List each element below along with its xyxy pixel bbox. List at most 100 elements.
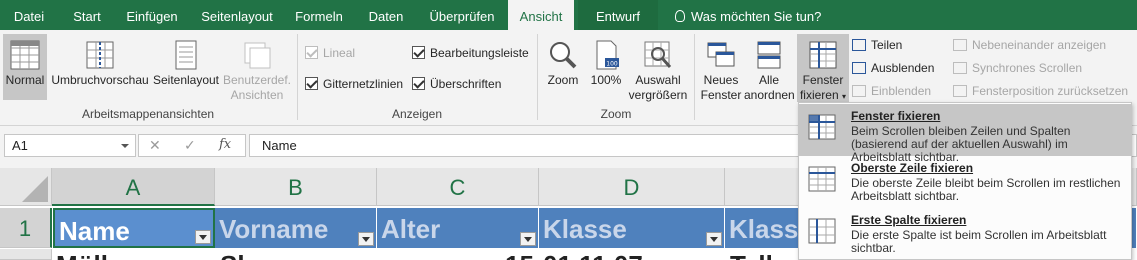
headings-checkbox[interactable]: Überschriften xyxy=(412,77,501,91)
excel-window: Datei Start Einfügen Seitenlayout Formel… xyxy=(0,0,1137,260)
tab-entwurf[interactable]: Entwurf xyxy=(578,0,658,30)
column-header-a[interactable]: A xyxy=(52,168,215,206)
table-header-cell[interactable]: Klasse xyxy=(539,208,725,248)
group-separator xyxy=(694,34,695,120)
table-header-cell[interactable]: Name xyxy=(53,208,215,248)
filter-dropdown-icon[interactable] xyxy=(706,232,722,246)
custom-views-icon xyxy=(244,42,271,69)
view-side-by-side-button[interactable]: Nebeneinander anzeigen xyxy=(953,38,1106,52)
zoom-100-button[interactable]: 100 100% xyxy=(586,34,626,100)
reset-position-icon xyxy=(953,85,967,97)
page-break-preview-button[interactable]: Umbruchvorschau xyxy=(50,34,150,100)
filter-dropdown-icon[interactable] xyxy=(195,230,211,244)
tab-datei[interactable]: Datei xyxy=(0,0,58,30)
row-header-1[interactable]: 1 xyxy=(0,208,52,248)
tab-einfuegen[interactable]: Einfügen xyxy=(116,0,188,30)
column-header-c[interactable]: C xyxy=(377,168,539,206)
row-header-2[interactable] xyxy=(0,249,52,260)
tab-formeln[interactable]: Formeln xyxy=(286,0,352,30)
arrange-all-button[interactable]: Alle anordnen xyxy=(744,34,795,102)
tab-seitenlayout[interactable]: Seitenlayout xyxy=(192,0,282,30)
normal-view-button[interactable]: Normal xyxy=(3,34,47,100)
menu-item-freeze-panes[interactable]: Fenster fixieren Beim Scrollen bleiben Z… xyxy=(799,104,1131,164)
column-header-b[interactable]: B xyxy=(215,168,377,206)
ruler-label: Lineal xyxy=(323,46,356,60)
new-window-label-1: Neues xyxy=(703,73,739,87)
freeze-panes-label-2: fixieren xyxy=(799,88,839,102)
reset-window-position-button[interactable]: Fensterposition zurücksetzen xyxy=(953,84,1128,98)
arrange-all-label-1: Alle xyxy=(758,73,779,87)
custom-views-button[interactable]: Benutzerdef. Ansichten xyxy=(221,34,293,102)
menu-item-title: Erste Spalte fixieren xyxy=(851,213,967,227)
group-label-zoom: Zoom xyxy=(600,107,632,121)
page-layout-button[interactable]: Seitenlayout xyxy=(152,34,220,100)
split-label: Teilen xyxy=(871,38,903,52)
hide-button[interactable]: Ausblenden xyxy=(852,61,934,75)
cell-d2[interactable]: 01.11.07 xyxy=(543,249,643,260)
ruler-checkbox[interactable]: Lineal xyxy=(305,46,355,60)
cell-a2[interactable]: Müller xyxy=(56,249,133,260)
header-cell-text: Vorname xyxy=(219,214,329,244)
formula-bar-checkbox[interactable]: Bearbeitungsleiste xyxy=(412,46,529,60)
tab-start[interactable]: Start xyxy=(58,0,116,30)
name-box[interactable]: A1 xyxy=(4,134,136,157)
header-cell-text: Klasse xyxy=(543,214,627,244)
menu-item-freeze-first-column[interactable]: Erste Spalte fixieren Die erste Spalte i… xyxy=(799,208,1131,260)
custom-views-label-2: Ansichten xyxy=(230,88,284,102)
table-header-cell[interactable]: Vorname xyxy=(215,208,377,248)
name-box-value: A1 xyxy=(12,138,28,153)
arrange-all-icon xyxy=(757,41,781,69)
hide-icon xyxy=(852,62,866,74)
normal-view-label: Normal xyxy=(5,73,45,87)
ribbon-tab-bar: Datei Start Einfügen Seitenlayout Formel… xyxy=(0,0,1137,31)
side-by-side-label: Nebeneinander anzeigen xyxy=(972,38,1107,52)
headings-label: Überschriften xyxy=(430,77,502,91)
unhide-icon xyxy=(852,85,866,97)
sync-scroll-icon xyxy=(953,62,967,74)
zoom-100-icon: 100 xyxy=(596,40,619,70)
enter-check-icon[interactable]: ✓ xyxy=(184,137,196,154)
page-layout-icon xyxy=(175,40,197,70)
group-label-workbook-views: Arbeitsmappenansichten xyxy=(81,107,215,121)
freeze-panes-button[interactable]: Fenster fixieren ▾ xyxy=(797,34,849,102)
chevron-down-icon[interactable] xyxy=(121,144,129,148)
menu-item-title: Oberste Zeile fixieren xyxy=(851,161,974,175)
table-header-cell[interactable]: Alter xyxy=(377,208,539,248)
column-header-d[interactable]: D xyxy=(539,168,725,206)
menu-item-title: Fenster fixieren xyxy=(851,109,941,123)
zoom-button[interactable]: Zoom xyxy=(542,34,584,100)
reset-position-label: Fensterposition zurücksetzen xyxy=(972,84,1129,98)
cell-c2[interactable]: 15 xyxy=(505,249,534,260)
cancel-icon[interactable]: ✕ xyxy=(149,137,161,154)
tab-ueberpruefen[interactable]: Überprüfen xyxy=(420,0,504,30)
normal-view-icon xyxy=(10,40,40,70)
header-cell-text: Name xyxy=(59,216,130,246)
select-all-corner[interactable] xyxy=(0,168,52,206)
gridlines-checkbox[interactable]: Gitternetzlinien xyxy=(305,77,403,91)
custom-views-label-1: Benutzerdef. xyxy=(222,73,292,87)
menu-item-freeze-top-row[interactable]: Oberste Zeile fixieren Die oberste Zeile… xyxy=(799,156,1131,208)
cell-b2[interactable]: Sh... xyxy=(220,249,275,260)
tell-me-search[interactable]: Was möchten Sie tun? xyxy=(675,0,821,30)
freeze-panes-icon xyxy=(808,114,836,140)
magnifier-icon xyxy=(550,42,577,69)
zoom-selection-label-1: Auswahl xyxy=(635,73,681,87)
freeze-panes-menu: Fenster fixieren Beim Scrollen bleiben Z… xyxy=(798,102,1132,260)
checkbox-box xyxy=(412,77,425,90)
split-button[interactable]: Teilen xyxy=(852,38,902,52)
tab-ansicht[interactable]: Ansicht xyxy=(508,0,574,31)
new-window-button[interactable]: Neues Fenster xyxy=(698,34,744,102)
split-icon xyxy=(852,39,866,51)
checkbox-box xyxy=(305,46,318,59)
filter-dropdown-icon[interactable] xyxy=(520,232,536,246)
cell-e2[interactable]: Tell xyxy=(730,249,773,260)
new-window-label-2: Fenster xyxy=(700,88,742,102)
gridlines-label: Gitternetzlinien xyxy=(323,77,404,91)
insert-function-icon[interactable]: fx xyxy=(219,137,231,152)
filter-dropdown-icon[interactable] xyxy=(358,232,374,246)
zoom-100-label: 100% xyxy=(590,73,622,87)
tab-daten[interactable]: Daten xyxy=(356,0,416,30)
synchronous-scrolling-button[interactable]: Synchrones Scrollen xyxy=(953,61,1082,75)
zoom-to-selection-button[interactable]: Auswahl vergrößern xyxy=(626,34,690,102)
unhide-button[interactable]: Einblenden xyxy=(852,84,931,98)
